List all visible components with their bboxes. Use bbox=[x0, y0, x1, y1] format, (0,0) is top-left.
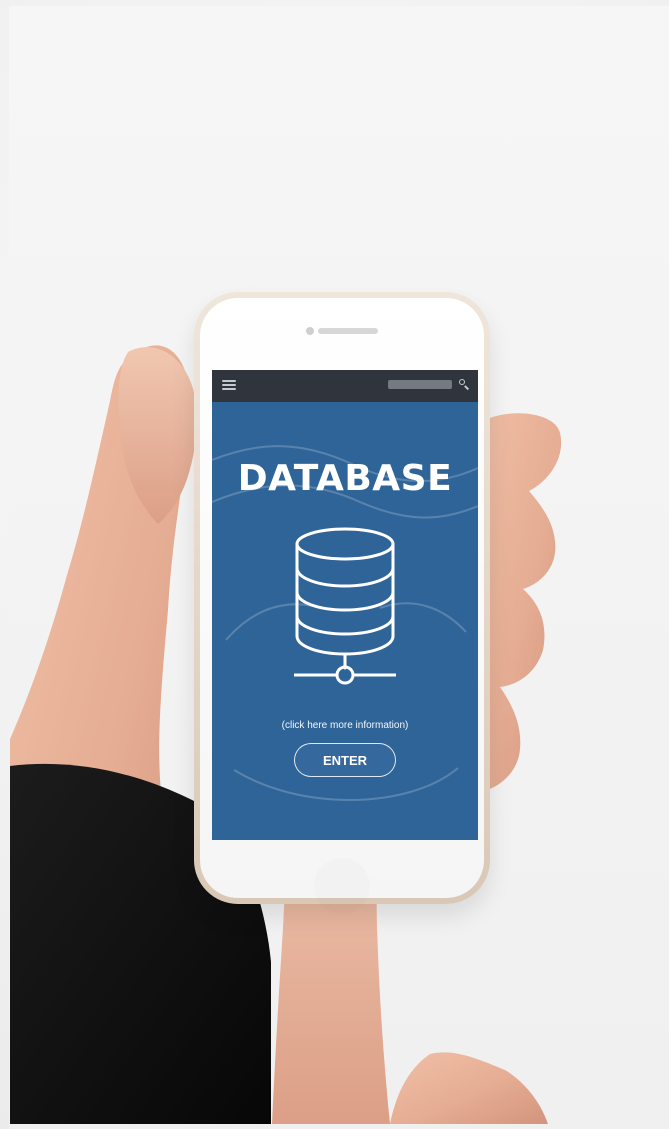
page-title: DATABASE bbox=[237, 458, 453, 499]
right-hand-base bbox=[390, 1052, 548, 1124]
search-input[interactable] bbox=[388, 380, 452, 389]
phone-screen: DATABASE (click here more information) E… bbox=[212, 370, 478, 840]
photo-scene: DATABASE (click here more information) E… bbox=[0, 0, 669, 1129]
menu-line bbox=[222, 388, 236, 390]
search-icon[interactable] bbox=[459, 379, 470, 390]
smartphone: DATABASE (click here more information) E… bbox=[194, 292, 490, 904]
database-icon bbox=[294, 527, 396, 685]
more-info-link[interactable]: (click here more information) bbox=[212, 720, 478, 731]
search-icon-circle bbox=[459, 379, 465, 385]
front-camera-icon bbox=[306, 327, 314, 335]
search-icon-handle bbox=[464, 385, 470, 390]
phone-speaker bbox=[318, 328, 378, 334]
enter-button[interactable]: ENTER bbox=[294, 743, 396, 777]
menu-line bbox=[222, 380, 236, 382]
phone-face: DATABASE (click here more information) E… bbox=[200, 298, 484, 898]
hamburger-menu-icon[interactable] bbox=[222, 380, 236, 392]
top-navigation-bar bbox=[212, 370, 478, 402]
home-button[interactable] bbox=[314, 858, 370, 914]
menu-line bbox=[222, 384, 236, 386]
